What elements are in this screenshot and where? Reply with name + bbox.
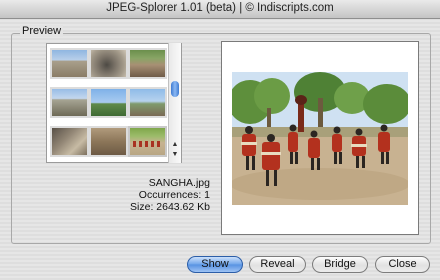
title-bar[interactable]: JPEG-Splorer 1.01 (beta) | © Indiscripts… bbox=[0, 0, 440, 19]
thumbnail-dancers-decoration bbox=[133, 141, 162, 147]
show-button[interactable]: Show bbox=[187, 256, 243, 273]
image-preview-frame bbox=[221, 41, 419, 235]
bridge-button[interactable]: Bridge bbox=[312, 256, 368, 273]
close-button[interactable]: Close bbox=[375, 256, 430, 273]
thumbnail-1[interactable] bbox=[50, 48, 89, 79]
window-title: JPEG-Splorer 1.01 (beta) | © Indiscripts… bbox=[106, 2, 334, 14]
thumbnail-6[interactable] bbox=[128, 87, 167, 118]
thumbnail-8[interactable] bbox=[89, 126, 128, 157]
preview-photo-graphic bbox=[232, 72, 408, 205]
file-size: Size: 2643.62 Kb bbox=[130, 201, 210, 213]
preview-group-label: Preview bbox=[20, 25, 64, 37]
thumbnail-4[interactable] bbox=[50, 87, 89, 118]
scroll-down-arrow-icon[interactable]: ▼ bbox=[169, 150, 181, 160]
thumbnail-2[interactable] bbox=[89, 48, 128, 79]
thumbnail-5[interactable] bbox=[89, 87, 128, 118]
thumbnail-7[interactable] bbox=[50, 126, 89, 157]
occurrences-count: Occurrences: 1 bbox=[138, 189, 210, 201]
reveal-button[interactable]: Reveal bbox=[249, 256, 306, 273]
scroll-up-arrow-icon[interactable]: ▲ bbox=[169, 140, 181, 150]
scroll-thumb[interactable] bbox=[171, 81, 179, 97]
thumbnail-scrollbar[interactable]: ▲ ▼ bbox=[168, 43, 181, 163]
thumbnail-list[interactable] bbox=[46, 43, 182, 163]
app-window: JPEG-Splorer 1.01 (beta) | © Indiscripts… bbox=[0, 0, 440, 280]
preview-image bbox=[232, 72, 408, 205]
thumbnail-9-selected[interactable] bbox=[128, 126, 167, 157]
file-name: SANGHA.jpg bbox=[148, 177, 210, 189]
thumbnail-3[interactable] bbox=[128, 48, 167, 79]
